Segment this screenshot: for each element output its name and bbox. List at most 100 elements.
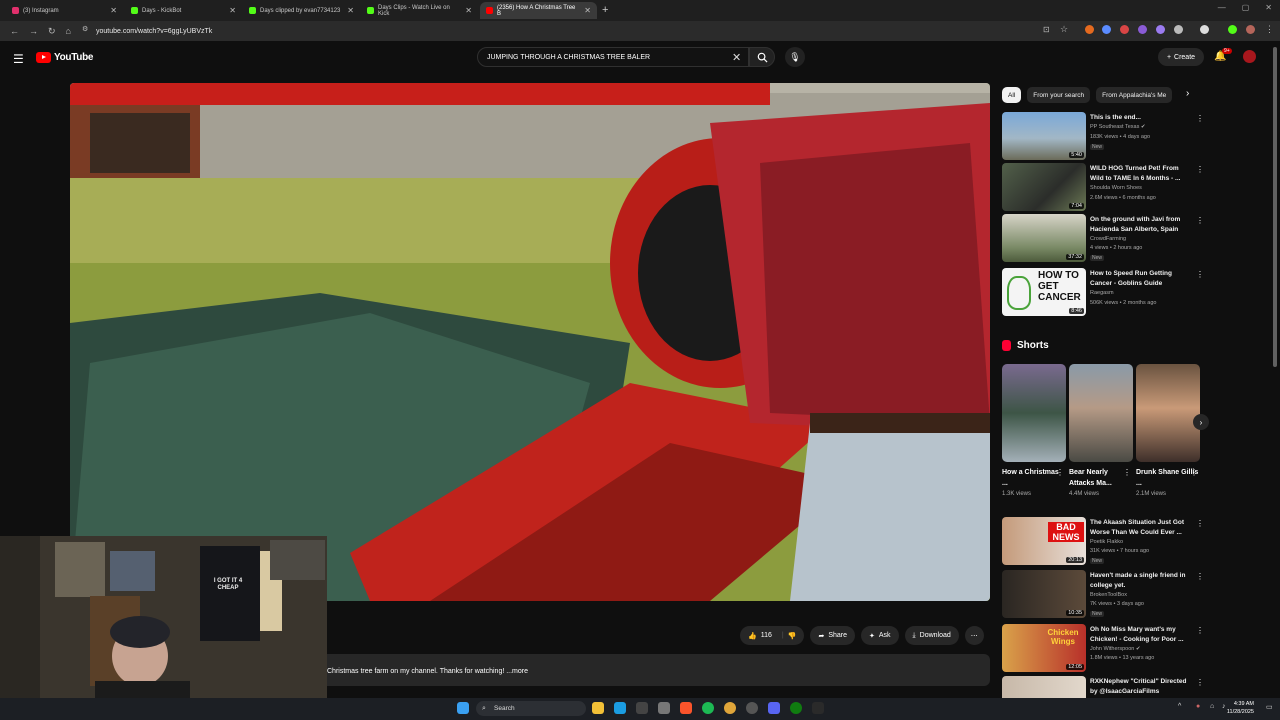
chevron-right-icon[interactable]: › [1193, 414, 1209, 430]
more-vertical-icon[interactable]: ⋮ [1196, 216, 1204, 225]
taskbar-search[interactable]: ⌕ Search [476, 701, 586, 716]
video-thumbnail[interactable]: BAD NEWS 20:13 [1002, 517, 1086, 565]
app-icon[interactable] [636, 702, 648, 714]
channel-name[interactable]: John Witherspoon ✔ [1090, 646, 1140, 652]
create-button[interactable]: + Create [1158, 48, 1204, 66]
channel-name[interactable]: CrowdFarming [1090, 236, 1126, 242]
video-title[interactable]: How to Speed Run Getting Cancer - Goblin… [1090, 269, 1194, 289]
video-title[interactable]: RXKNephew "Critical" Directed by @IsaacG… [1090, 677, 1194, 697]
extension-icon[interactable] [1085, 25, 1094, 34]
address-bar[interactable]: ⚙ youtube.com/watch?v=6ggLyUBVzTk [78, 24, 1038, 38]
like-button[interactable]: 👍 116 | 👎 [740, 626, 805, 645]
channel-name[interactable]: PP Southeast Texas ✔ [1090, 124, 1145, 130]
more-vertical-icon[interactable]: ⋮ [1196, 165, 1204, 174]
extension-icon[interactable] [1156, 25, 1165, 34]
clear-search-icon[interactable]: ✕ [732, 51, 741, 64]
tab-instagram[interactable]: (3) Instagram ✕ [6, 2, 123, 19]
video-thumbnail[interactable]: Chicken Wings 12:05 [1002, 624, 1086, 672]
new-tab-button[interactable]: + [602, 4, 608, 16]
youtube-logo[interactable]: YouTube [36, 52, 94, 63]
thumbs-down-icon[interactable]: 👎 [788, 632, 797, 640]
close-icon[interactable]: ✕ [347, 6, 354, 15]
puzzle-icon[interactable] [1174, 25, 1183, 34]
window-close-icon[interactable]: ✕ [1265, 3, 1272, 12]
recommended-video[interactable]: 37:32 On the ground with Javi from Hacie… [1002, 214, 1212, 262]
chip-from-appalachia[interactable]: From Appalachia's Me [1096, 87, 1173, 103]
share-button[interactable]: ➦ Share [810, 626, 855, 645]
brave-icon[interactable] [680, 702, 692, 714]
download-button[interactable]: ⤓ Download [904, 626, 959, 645]
video-title[interactable]: The Akaash Situation Just Got Worse Than… [1090, 518, 1194, 538]
install-icon[interactable]: ⊡ [1043, 25, 1050, 34]
extension-icon[interactable] [1228, 25, 1237, 34]
maximize-icon[interactable]: ▢ [1242, 3, 1250, 12]
video-description[interactable]: Christmas tree farm on my channel. Thank… [320, 654, 990, 686]
more-vertical-icon[interactable]: ⋮ [1056, 468, 1064, 477]
tab-kickbot[interactable]: Days - KickBot ✕ [125, 2, 242, 19]
home-icon[interactable]: ⌂ [66, 26, 71, 36]
steam-icon[interactable] [614, 702, 626, 714]
more-vertical-icon[interactable]: ⋮ [1196, 270, 1204, 279]
short-item[interactable]: Bear Nearly Attacks Ma... 4.4M views ⋮ [1069, 364, 1133, 497]
taskbar-clock[interactable]: 4:39 AM 11/28/2025 [1227, 700, 1254, 716]
video-title[interactable]: This is the end... [1090, 113, 1194, 123]
video-title[interactable]: Haven't made a single friend in college … [1090, 571, 1194, 591]
short-item[interactable]: How a Christmas ... 1.3K views ⋮ [1002, 364, 1066, 497]
extension-icon[interactable] [1102, 25, 1111, 34]
account-avatar[interactable] [1243, 50, 1256, 63]
more-vertical-icon[interactable]: ⋮ [1196, 519, 1204, 528]
discord-icon[interactable] [768, 702, 780, 714]
tab-days-clipped[interactable]: Days clipped by evan7734123 ✕ [243, 2, 360, 19]
profile-avatar[interactable] [1246, 25, 1255, 34]
more-vertical-icon[interactable]: ⋮ [1123, 468, 1131, 477]
chip-from-your-search[interactable]: From your search [1027, 87, 1091, 103]
obs-icon[interactable] [746, 702, 758, 714]
tray-icon[interactable]: ● [1196, 703, 1200, 710]
sidebar-icon[interactable] [1200, 25, 1209, 34]
page-scrollbar[interactable] [1273, 47, 1277, 367]
back-icon[interactable]: ← [10, 26, 19, 36]
site-info-icon[interactable]: ⚙ [82, 25, 88, 33]
recommended-video[interactable]: 7:04 WILD HOG Turned Pet! From Wild to T… [1002, 163, 1212, 211]
recommended-video[interactable]: RXKNephew "Critical" Directed by @IsaacG… [1002, 676, 1212, 698]
recommended-video[interactable]: HOW TO GET CANCER 8:46 How to Speed Run … [1002, 268, 1212, 316]
recommended-video[interactable]: 5:40 This is the end... PP Southeast Tex… [1002, 112, 1212, 160]
browser-menu-icon[interactable]: ⋮ [1265, 24, 1274, 35]
close-icon[interactable]: ✕ [465, 6, 472, 15]
video-thumbnail[interactable]: HOW TO GET CANCER 8:46 [1002, 268, 1086, 316]
video-thumbnail[interactable] [1002, 676, 1086, 698]
short-thumbnail[interactable] [1069, 364, 1133, 462]
video-thumbnail[interactable]: 5:40 [1002, 112, 1086, 160]
bookmark-star-icon[interactable]: ☆ [1060, 24, 1068, 35]
settings-icon[interactable] [658, 702, 670, 714]
more-actions-button[interactable]: ⋯ [964, 626, 984, 645]
short-thumbnail[interactable] [1136, 364, 1200, 462]
channel-name[interactable]: Shoulda Worn Shoes [1090, 185, 1142, 191]
more-vertical-icon[interactable]: ⋮ [1190, 468, 1198, 477]
terminal-icon[interactable] [812, 702, 824, 714]
windows-start-icon[interactable] [457, 702, 469, 714]
more-vertical-icon[interactable]: ⋮ [1196, 114, 1204, 123]
short-item[interactable]: Drunk Shane Gillis ... 2.1M views ⋮ [1136, 364, 1200, 497]
minimize-icon[interactable]: — [1218, 3, 1226, 12]
extension-icon[interactable] [1138, 25, 1147, 34]
tab-days-clips-kick[interactable]: Days Clips - Watch Live on Kick ✕ [361, 2, 478, 19]
video-player[interactable] [70, 83, 990, 601]
video-title[interactable]: WILD HOG Turned Pet! From Wild to TAME I… [1090, 164, 1194, 184]
xbox-icon[interactable] [790, 702, 802, 714]
tray-chevron-icon[interactable]: ^ [1178, 703, 1181, 710]
more-vertical-icon[interactable]: ⋮ [1196, 572, 1204, 581]
recommended-video[interactable]: 10:35 Haven't made a single friend in co… [1002, 570, 1212, 618]
channel-name[interactable]: BrokenToolBox [1090, 592, 1127, 598]
more-vertical-icon[interactable]: ⋮ [1196, 626, 1204, 635]
tab-youtube-active[interactable]: (2356) How A Christmas Tree B ✕ [480, 2, 597, 19]
video-title[interactable]: Oh No Miss Mary want's my Chicken! - Coo… [1090, 625, 1194, 645]
video-thumbnail[interactable]: 37:32 [1002, 214, 1086, 262]
search-button[interactable] [749, 47, 775, 67]
close-icon[interactable]: ✕ [229, 6, 236, 15]
recommended-video[interactable]: Chicken Wings 12:05 Oh No Miss Mary want… [1002, 624, 1212, 672]
search-input[interactable]: JUMPING THROUGH A CHRISTMAS TREE BALER [477, 47, 749, 67]
video-title[interactable]: On the ground with Javi from Hacienda Sa… [1090, 215, 1194, 235]
file-explorer-icon[interactable] [592, 702, 604, 714]
forward-icon[interactable]: → [29, 26, 38, 36]
